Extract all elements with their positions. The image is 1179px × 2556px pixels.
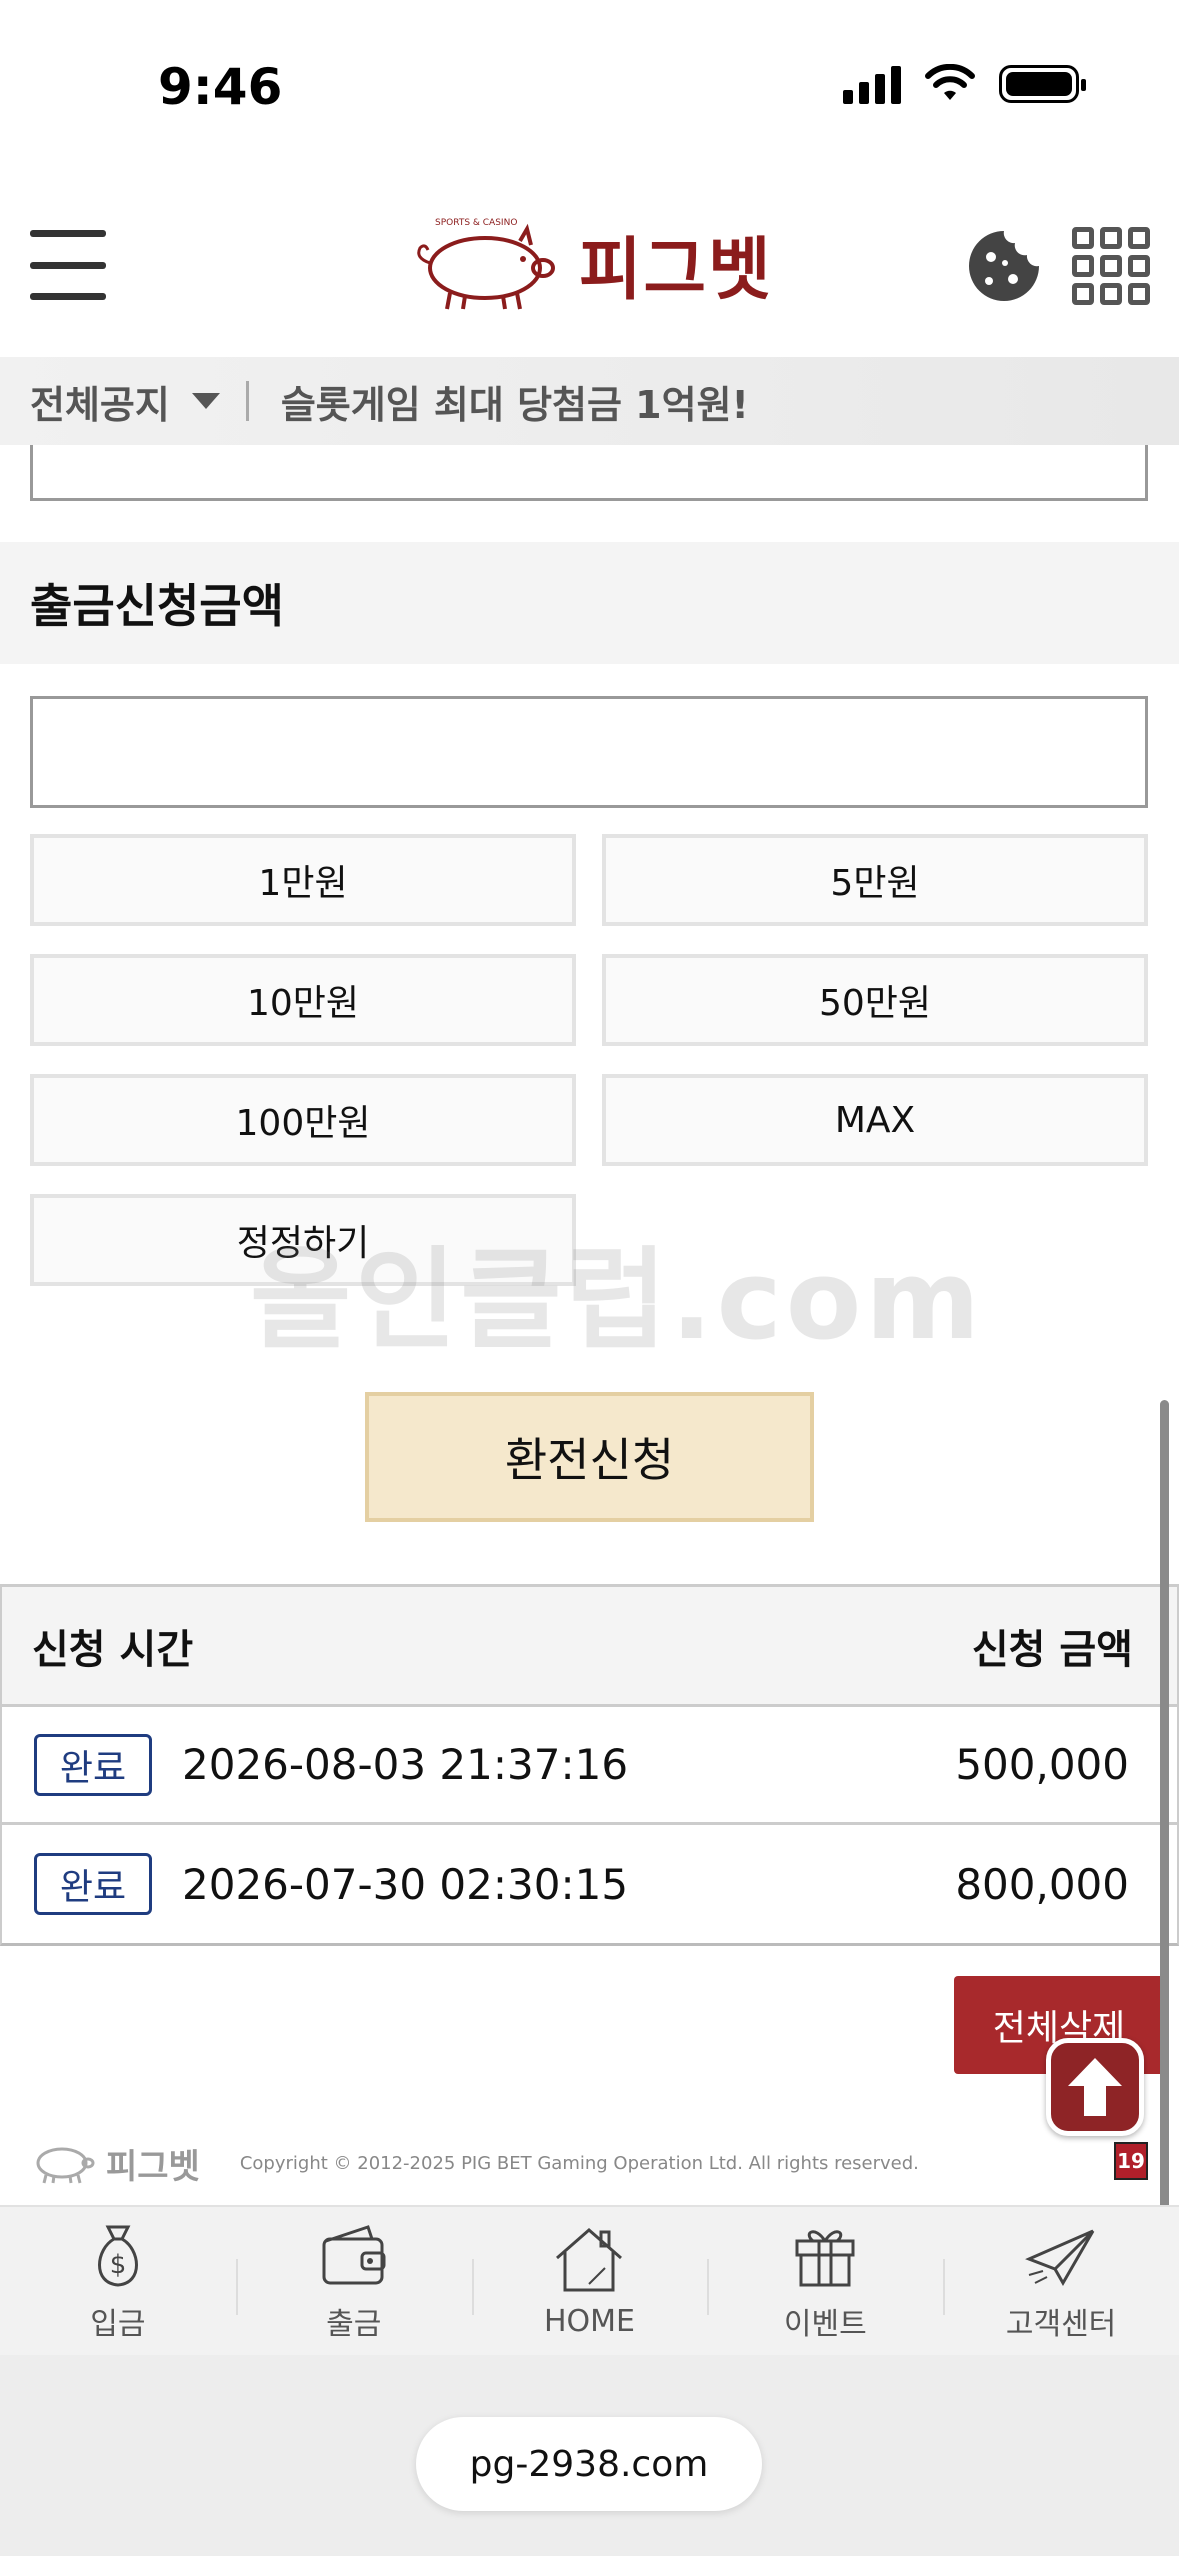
- exchange-submit-button[interactable]: 환전신청: [365, 1392, 814, 1522]
- nav-support[interactable]: 고객센터: [943, 2207, 1179, 2355]
- bottom-nav: $ 입금 출금 HOME 이벤트 고객센터: [0, 2205, 1179, 2355]
- amount-button-500k[interactable]: 50만원: [602, 954, 1148, 1046]
- cellular-signal-icon: [843, 64, 901, 104]
- table-row: 완료 2026-08-03 21:37:16 500,000: [2, 1707, 1177, 1825]
- status-badge: 완료: [34, 1733, 152, 1796]
- cookie-icon[interactable]: [965, 227, 1043, 305]
- age-restriction-badge: 19: [1114, 2142, 1148, 2180]
- battery-icon: [999, 65, 1086, 103]
- browser-toolbar: pg-2938.com: [0, 2355, 1179, 2556]
- row-time: 2026-08-03 21:37:16: [182, 1740, 629, 1789]
- gift-icon: [795, 2230, 855, 2287]
- notice-divider: [245, 381, 249, 421]
- amount-button-1m[interactable]: 100만원: [30, 1074, 576, 1166]
- amount-button-100k[interactable]: 10만원: [30, 954, 576, 1046]
- nav-label: HOME: [543, 2303, 635, 2339]
- amount-button-10k[interactable]: 1만원: [30, 834, 576, 926]
- history-table: 신청 시간 신청 금액 완료 2026-08-03 21:37:16 500,0…: [0, 1584, 1179, 1946]
- previous-field-input[interactable]: [30, 445, 1148, 501]
- nav-label: 고객센터: [1005, 2307, 1117, 2342]
- status-time: 9:46: [158, 58, 283, 116]
- house-icon: [556, 2227, 623, 2291]
- row-amount: 500,000: [955, 1740, 1129, 1789]
- svg-text:$: $: [110, 2250, 127, 2280]
- site-footer: 피그벳 Copyright © 2012-2025 PIG BET Gaming…: [0, 2128, 1179, 2198]
- wifi-icon: [925, 64, 975, 100]
- copyright-text: Copyright © 2012-2025 PIG BET Gaming Ope…: [239, 2152, 919, 2174]
- history-header: 신청 시간 신청 금액: [2, 1587, 1177, 1707]
- row-time: 2026-07-30 02:30:15: [182, 1859, 629, 1909]
- nav-deposit[interactable]: $ 입금: [0, 2207, 236, 2355]
- row-amount: 800,000: [955, 1859, 1129, 1909]
- nav-label: 입금: [90, 2307, 146, 2342]
- site-header: SPORTS & CASINO 피그벳: [0, 175, 1179, 357]
- section-title: 출금신청금액: [0, 542, 1179, 664]
- nav-label: 이벤트: [783, 2307, 867, 2342]
- withdraw-amount-input[interactable]: [30, 696, 1148, 808]
- menu-icon[interactable]: [30, 230, 106, 300]
- reset-button[interactable]: 정정하기: [30, 1194, 576, 1286]
- col-request-time: 신청 시간: [32, 1626, 194, 1673]
- nav-event[interactable]: 이벤트: [707, 2207, 943, 2355]
- paper-plane-icon: [1025, 2229, 1095, 2287]
- footer-logo-text: 피그벳: [106, 2146, 200, 2187]
- amount-button-max[interactable]: MAX: [602, 1074, 1148, 1166]
- app-grid-icon[interactable]: [1072, 227, 1150, 305]
- notice-text[interactable]: 슬롯게임 최대 당첨금 1억원!: [281, 374, 749, 429]
- logo-tagline: SPORTS & CASINO: [435, 218, 517, 228]
- pig-logo-icon: SPORTS & CASINO: [417, 218, 555, 310]
- pig-outline-icon: [36, 2147, 95, 2184]
- wallet-icon: [322, 2225, 386, 2285]
- nav-home[interactable]: HOME: [471, 2207, 708, 2355]
- status-bar: 9:46: [0, 0, 1179, 175]
- status-badge: 완료: [34, 1853, 152, 1915]
- footer-logo: 피그벳: [28, 2139, 200, 2188]
- nav-withdraw[interactable]: 출금: [235, 2207, 472, 2355]
- address-bar[interactable]: pg-2938.com: [416, 2417, 762, 2511]
- site-logo[interactable]: SPORTS & CASINO 피그벳: [405, 213, 773, 313]
- status-icons: [843, 64, 1086, 104]
- logo-text: 피그벳: [579, 230, 773, 310]
- scroll-to-top-button[interactable]: [1046, 2038, 1144, 2136]
- nav-label: 출금: [326, 2307, 382, 2342]
- arrow-up-icon: [1068, 2058, 1122, 2116]
- caret-down-icon[interactable]: [191, 393, 220, 409]
- money-bag-icon: $: [98, 2225, 138, 2287]
- table-row: 완료 2026-07-30 02:30:15 800,000: [2, 1825, 1177, 1943]
- notice-bar[interactable]: 전체공지 슬롯게임 최대 당첨금 1억원!: [0, 357, 1179, 445]
- notice-label[interactable]: 전체공지: [30, 374, 170, 429]
- amount-button-50k[interactable]: 5만원: [602, 834, 1148, 926]
- col-request-amount: 신청 금액: [971, 1626, 1133, 1673]
